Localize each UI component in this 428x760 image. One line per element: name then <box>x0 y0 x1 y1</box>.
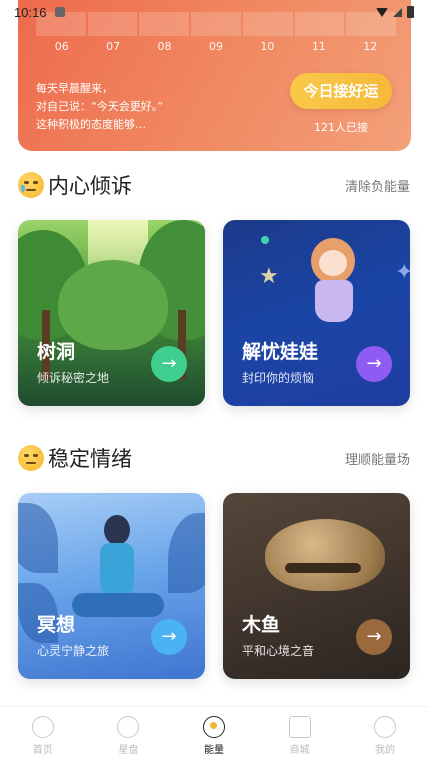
meditation-card[interactable]: 冥想 心灵宁静之旅 → <box>18 493 205 679</box>
wooden-fish-slot-decoration <box>285 563 361 573</box>
crying-face-icon <box>18 172 44 198</box>
profile-icon <box>374 716 397 738</box>
arrow-right-icon[interactable]: → <box>151 346 187 382</box>
day-label: 07 <box>106 40 121 53</box>
wifi-icon <box>376 7 388 17</box>
wooden-fish-card[interactable]: 木鱼 平和心境之音 → <box>223 493 410 679</box>
wooden-fish-decoration <box>265 519 385 591</box>
day-label: 06 <box>54 40 69 53</box>
status-bar: 10:16 <box>0 0 428 24</box>
arrow-right-icon[interactable]: → <box>151 619 187 655</box>
nav-label: 星盘 <box>118 745 139 756</box>
nav-item-home[interactable]: 首页 <box>0 707 86 760</box>
message-line: 每天早晨醒来， <box>36 82 113 95</box>
received-count: 121人已接 <box>314 121 368 134</box>
worry-doll-card[interactable]: ★ ✦ 解忧娃娃 封印你的烦恼 → <box>223 220 410 406</box>
card-title: 树洞 <box>37 341 76 363</box>
doll-body-decoration <box>315 280 353 322</box>
day-label: 09 <box>208 40 223 53</box>
daily-message: 每天早晨醒来， 对自己说：“今天会更好。” 这种积极的态度能够… <box>36 80 226 134</box>
card-subtitle: 心灵宁静之旅 <box>37 644 110 658</box>
card-title: 冥想 <box>37 614 76 636</box>
nav-label: 我的 <box>375 745 396 756</box>
star-decoration: ★ <box>259 264 279 289</box>
section-link[interactable]: 清除负能量 <box>345 176 410 195</box>
message-line: 这种积极的态度能够… <box>36 118 146 131</box>
card-title: 木鱼 <box>242 614 281 636</box>
notification-icon <box>54 7 65 17</box>
person-body-decoration <box>100 543 134 595</box>
bottom-nav: 首页 星盘 能量 商城 我的 <box>0 706 428 760</box>
astrolabe-icon <box>117 716 140 738</box>
nav-item-energy[interactable]: 能量 <box>171 707 257 760</box>
section-title: 内心倾诉 <box>48 174 132 198</box>
receive-luck-button[interactable]: 今日接好运 <box>290 73 392 109</box>
signal-icon <box>393 7 402 17</box>
day-label: 12 <box>363 40 378 53</box>
doll-face-decoration <box>319 250 347 276</box>
card-subtitle: 封印你的烦恼 <box>242 371 315 385</box>
energy-icon <box>202 716 225 738</box>
leaf-decoration <box>168 513 205 593</box>
day-label: 11 <box>311 40 326 53</box>
section-link[interactable]: 理顺能量场 <box>345 449 410 468</box>
leaf-decoration <box>18 503 58 573</box>
card-subtitle: 平和心境之音 <box>242 644 315 658</box>
nav-item-astrolabe[interactable]: 星盘 <box>86 707 172 760</box>
shop-icon <box>288 716 311 738</box>
tree-hole-card[interactable]: 树洞 倾诉秘密之地 → <box>18 220 205 406</box>
nav-item-shop[interactable]: 商城 <box>257 707 343 760</box>
week-day-labels: 06 07 08 09 10 11 12 <box>36 40 396 53</box>
planet-icon <box>31 716 54 738</box>
arrow-right-icon[interactable]: → <box>356 619 392 655</box>
sparkle-dot-decoration <box>261 236 269 244</box>
nav-label: 首页 <box>32 745 53 756</box>
neutral-face-icon <box>18 445 44 471</box>
status-icons <box>376 6 414 18</box>
card-title: 解忧娃娃 <box>242 341 319 363</box>
battery-icon <box>407 6 414 18</box>
person-legs-decoration <box>72 593 164 617</box>
day-label: 10 <box>260 40 275 53</box>
section-header-vent: 内心倾诉 清除负能量 <box>18 170 410 200</box>
section-title: 稳定情绪 <box>48 447 132 471</box>
nav-label: 能量 <box>203 745 224 756</box>
star-decoration: ✦ <box>395 260 410 285</box>
nav-item-profile[interactable]: 我的 <box>342 707 428 760</box>
message-line: 对自己说：“今天会更好。” <box>36 100 163 113</box>
status-time: 10:16 <box>14 4 47 20</box>
day-label: 08 <box>157 40 172 53</box>
nav-label: 商城 <box>289 745 310 756</box>
person-head-decoration <box>104 515 130 545</box>
arrow-right-icon[interactable]: → <box>356 346 392 382</box>
section-header-calm: 稳定情绪 理顺能量场 <box>18 443 410 473</box>
card-subtitle: 倾诉秘密之地 <box>37 371 110 385</box>
